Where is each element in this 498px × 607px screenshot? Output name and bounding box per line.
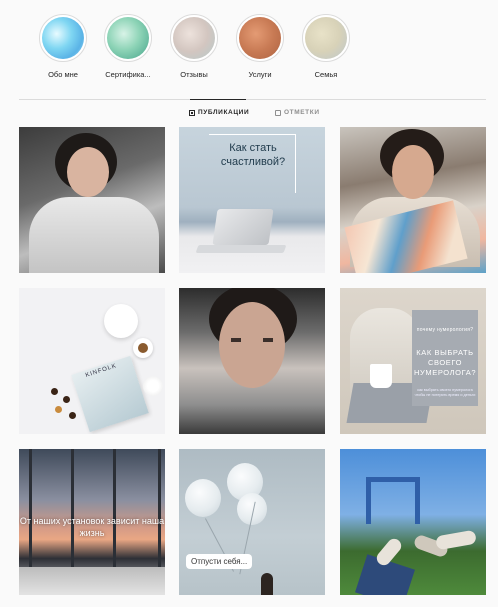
post-thumbnail-3[interactable] bbox=[340, 127, 486, 273]
highlight-ring bbox=[104, 14, 152, 62]
post-image-detail bbox=[219, 302, 285, 388]
post-image-detail bbox=[63, 396, 70, 403]
grid-icon bbox=[189, 109, 195, 116]
post-thumbnail-8[interactable]: Отпусти себя... bbox=[179, 449, 325, 595]
post-image-detail bbox=[29, 449, 161, 570]
post-thumbnail-9[interactable] bbox=[340, 449, 486, 595]
tab-tagged-label: ОТМЕТКИ bbox=[284, 109, 320, 116]
tab-posts[interactable]: ПУБЛИКАЦИИ bbox=[189, 109, 249, 116]
highlight-label: Семья bbox=[314, 70, 338, 79]
highlight-cover bbox=[42, 17, 84, 59]
post-image-detail bbox=[29, 197, 159, 273]
tab-posts-label: ПУБЛИКАЦИИ bbox=[198, 109, 250, 116]
active-tab-indicator bbox=[190, 99, 246, 100]
highlight-ring bbox=[170, 14, 218, 62]
post-image-detail bbox=[261, 573, 273, 595]
post-thumbnail-6[interactable]: почему нумерология? КАК ВЫБРАТЬ СВОЕГО Н… bbox=[340, 288, 486, 434]
post-thumbnail-1[interactable] bbox=[19, 127, 165, 273]
post-thumbnail-2[interactable]: Как стать счастливой? bbox=[179, 127, 325, 273]
post-image-detail bbox=[231, 338, 273, 342]
post-image-detail bbox=[366, 477, 420, 524]
tab-tagged[interactable]: ОТМЕТКИ bbox=[275, 109, 320, 116]
post-image-detail bbox=[133, 338, 153, 358]
post-subtext: как выбрать своего нумеролога чтобы не п… bbox=[414, 388, 476, 397]
post-image-detail bbox=[104, 304, 138, 338]
post-pretitle: почему нумерология? bbox=[416, 327, 474, 333]
laptop-image bbox=[212, 209, 274, 245]
balloon-image bbox=[185, 479, 221, 517]
highlight-ring bbox=[236, 14, 284, 62]
post-image-detail bbox=[392, 145, 434, 199]
highlight-cover bbox=[107, 17, 149, 59]
post-image-detail bbox=[143, 376, 163, 396]
post-image-detail bbox=[67, 147, 109, 197]
highlight-cover bbox=[239, 17, 281, 59]
post-image-detail bbox=[51, 388, 58, 395]
highlight-ring bbox=[39, 14, 87, 62]
post-thumbnail-4[interactable]: KINFOLK bbox=[19, 288, 165, 434]
post-thumbnail-7[interactable]: От наших установок зависит наша жизнь bbox=[19, 449, 165, 595]
post-image-detail bbox=[69, 412, 76, 419]
post-thumbnail-5[interactable] bbox=[179, 288, 325, 434]
post-caption-overlay: Отпусти себя... bbox=[186, 554, 253, 569]
tabs-divider bbox=[19, 99, 486, 100]
highlight-family[interactable]: Семья bbox=[286, 14, 366, 79]
post-headline: Как стать счастливой? bbox=[220, 142, 286, 168]
post-image-detail bbox=[55, 406, 62, 413]
post-headline: КАК ВЫБРАТЬ СВОЕГО НУМЕРОЛОГА? bbox=[414, 348, 477, 377]
highlight-cover bbox=[305, 17, 347, 59]
post-image-detail bbox=[195, 245, 287, 253]
highlight-ring bbox=[302, 14, 350, 62]
post-image-detail bbox=[113, 449, 116, 567]
story-highlights: Обо мне Сертифика... Отзывы Услуги Семья bbox=[0, 0, 498, 96]
post-image-detail bbox=[435, 529, 477, 551]
highlight-cover bbox=[173, 17, 215, 59]
tag-icon bbox=[275, 109, 281, 116]
post-caption-overlay: От наших установок зависит наша жизнь bbox=[19, 516, 165, 538]
post-image-detail bbox=[370, 364, 392, 388]
post-image-detail bbox=[19, 567, 165, 595]
post-image-detail bbox=[71, 449, 74, 567]
